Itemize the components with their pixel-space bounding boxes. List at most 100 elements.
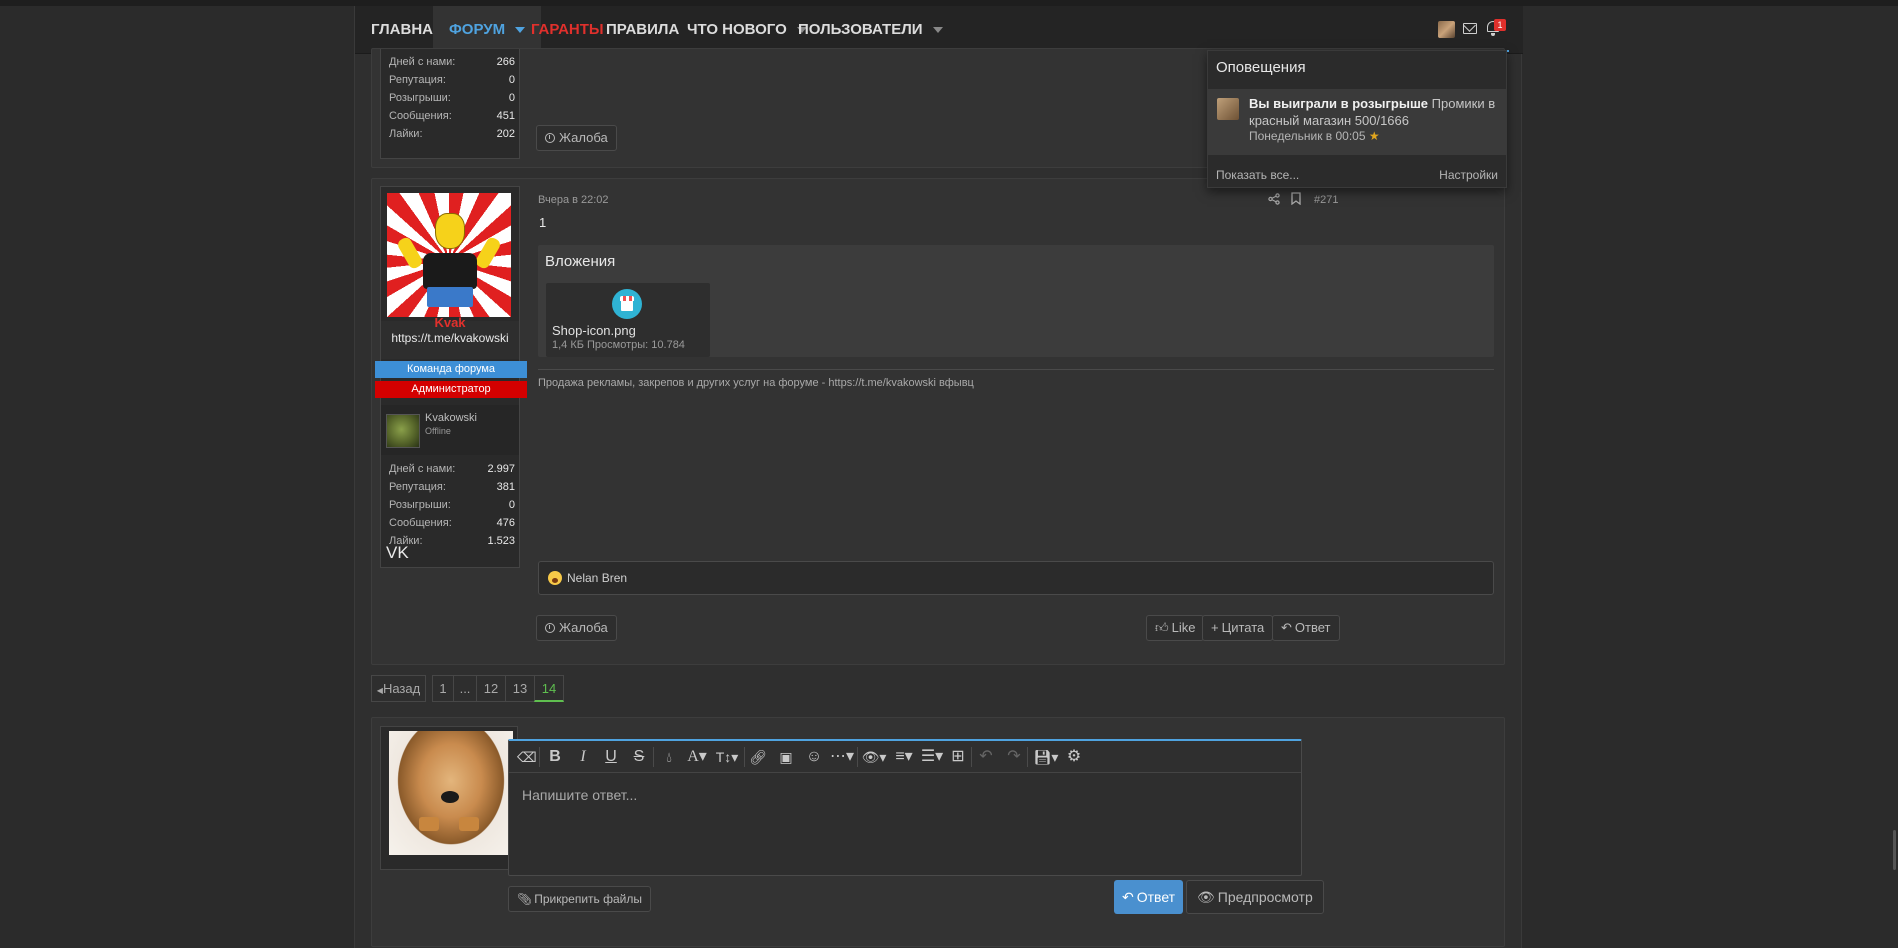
post-date[interactable]: Вчера в 22:02 (538, 194, 609, 206)
list-icon[interactable]: ☰▾ (919, 748, 945, 766)
signature: Продажа рекламы, закрепов и других услуг… (538, 377, 974, 389)
stat-days: Дней с нами: 266 (389, 56, 515, 68)
post-271: Kvak https://t.me/kvakowski Команда фору… (371, 178, 1505, 665)
page-ellipsis[interactable]: ... (453, 675, 477, 702)
editor-toolbar: ⌫ B I U S 💧︎ A▾ T↕▾ 🔗︎ ▣ ☺ ⋯▾ 👁︎▾ ≡▾ ☰▾ … (509, 741, 1301, 773)
alert-icon (545, 133, 555, 143)
notifications-dropdown: Оповещения Вы выиграли в розыгрыше Проми… (1207, 50, 1507, 188)
account-avatar[interactable] (1438, 21, 1455, 38)
user-title: https://t.me/kvakowski (391, 331, 509, 345)
pagination-prev[interactable]: ◀Назад (371, 675, 426, 702)
vk-link[interactable]: VK (386, 543, 409, 563)
page-14-current[interactable]: 14 (534, 675, 564, 702)
stat-messages: Сообщения: 476 (389, 517, 515, 529)
link-icon[interactable]: 🔗︎ (749, 748, 767, 766)
post-number[interactable]: #271 (1314, 194, 1338, 206)
linked-account[interactable]: Kvakowski Offline (381, 405, 519, 455)
image-icon[interactable]: ▣ (777, 748, 795, 766)
attach-files-button[interactable]: 📎︎ Прикрепить файлы (508, 886, 651, 912)
attachments-block: Вложения Shop-icon.png 1,4 КБ Просмотры:… (538, 245, 1494, 357)
report-button[interactable]: Жалоба (536, 125, 617, 151)
stat-likes: Лайки: 202 (389, 128, 515, 140)
page-1[interactable]: 1 (432, 675, 454, 702)
stat-giveaways: Розыгрыши: 0 (389, 499, 515, 511)
nav-users[interactable]: ПОЛЬЗОВАТЕЛИ (782, 6, 959, 54)
linked-account-avatar (386, 414, 420, 448)
team-banner: Команда форума (375, 361, 527, 378)
page-13[interactable]: 13 (505, 675, 535, 702)
redo-icon[interactable]: ↷ (1005, 748, 1023, 766)
page-scrollbar[interactable] (1893, 830, 1896, 870)
quote-button[interactable]: + Цитата (1202, 615, 1274, 641)
stat-giveaways: Розыгрыши: 0 (389, 92, 515, 104)
paperclip-icon: 📎︎ (517, 892, 533, 906)
wow-emoji-icon (548, 571, 562, 585)
stat-reputation: Репутация: 0 (389, 74, 515, 86)
bookmark-icon[interactable] (1291, 192, 1301, 206)
bold-icon[interactable]: B (547, 748, 563, 766)
admin-banner: Администратор (375, 381, 527, 398)
undo-icon[interactable]: ↶ (977, 748, 995, 766)
reaction-user[interactable]: Nelan Bren (567, 571, 627, 585)
notification-headline: Вы выиграли в розыгрыше (1249, 96, 1429, 111)
page-12[interactable]: 12 (476, 675, 506, 702)
star-icon: ★ (1368, 129, 1380, 143)
font-family-icon[interactable]: A▾ (685, 748, 709, 766)
submit-reply-button[interactable]: ↶ Ответ (1114, 880, 1184, 914)
attachment-name: Shop-icon.png (552, 323, 636, 338)
notification-settings-link[interactable]: Настройки (1439, 168, 1498, 182)
drafts-icon[interactable]: 💾︎▾ (1033, 748, 1059, 766)
post-user-card: Kvak https://t.me/kvakowski Команда фору… (375, 186, 527, 568)
notification-avatar (1217, 98, 1239, 120)
mail-icon[interactable] (1463, 23, 1477, 34)
reply-textarea[interactable]: Напишите ответ... (522, 787, 637, 803)
reply-editor: ⌫ B I U S 💧︎ A▾ T↕▾ 🔗︎ ▣ ☺ ⋯▾ 👁︎▾ ≡▾ ☰▾ … (508, 739, 1302, 876)
stat-days: Дней с нами: 2.997 (389, 463, 515, 475)
report-button[interactable]: Жалоба (536, 615, 617, 641)
reactions-bar[interactable]: Nelan Bren (538, 561, 1494, 595)
text-color-icon[interactable]: 💧︎ (661, 748, 677, 766)
username[interactable]: Kvak (381, 315, 519, 330)
signature-divider (538, 369, 1494, 370)
stat-messages: Сообщения: 451 (389, 110, 515, 122)
strikethrough-icon[interactable]: S (631, 748, 647, 766)
reply-user-avatar[interactable] (389, 731, 513, 855)
notification-text: Вы выиграли в розыгрыше Промики в красны… (1249, 95, 1501, 129)
attachment-meta: 1,4 КБ Просмотры: 10.784 (552, 339, 685, 351)
gear-icon[interactable]: ⚙ (1065, 748, 1083, 766)
linked-account-status: Offline (425, 426, 451, 436)
font-size-icon[interactable]: T↕▾ (713, 748, 741, 766)
post-body: 1 (539, 215, 547, 230)
shop-icon (612, 289, 642, 319)
eraser-icon[interactable]: ⌫ (517, 748, 537, 766)
stat-reputation: Репутация: 381 (389, 481, 515, 493)
notification-time: Понедельник в 00:05 ★ (1249, 129, 1380, 143)
plus-icon: + (1211, 620, 1219, 635)
reply-arrow-icon: ↶ (1122, 889, 1134, 905)
notification-item[interactable]: Вы выиграли в розыгрыше Промики в красны… (1208, 89, 1506, 155)
notification-count-badge: 1 (1494, 19, 1506, 31)
show-all-link[interactable]: Показать все... (1216, 168, 1299, 182)
share-icon[interactable] (1268, 193, 1280, 205)
reply-arrow-icon: ↶ (1281, 620, 1292, 635)
alert-icon (545, 623, 555, 633)
preview-button[interactable]: 👁︎ Предпросмотр (1186, 880, 1324, 914)
linked-account-name: Kvakowski (425, 412, 477, 424)
post-content: Вчера в 22:02 #271 1 Вложения Shop-icon.… (536, 179, 1498, 666)
smiley-icon[interactable]: ☺ (805, 748, 823, 766)
italic-icon[interactable]: I (575, 748, 591, 766)
nav-users-label: ПОЛЬЗОВАТЕЛИ (798, 21, 923, 38)
attachment-file[interactable]: Shop-icon.png 1,4 КБ Просмотры: 10.784 (546, 283, 710, 357)
more-options-icon[interactable]: ⋯▾ (829, 748, 855, 766)
underline-icon[interactable]: U (603, 748, 619, 766)
hide-content-icon[interactable]: 👁︎▾ (861, 748, 887, 766)
thumbs-up-icon: 👍︎ (1155, 620, 1169, 635)
like-button[interactable]: 👍︎ Like (1146, 615, 1205, 641)
chevron-down-icon[interactable] (932, 27, 943, 34)
user-avatar[interactable] (387, 193, 511, 317)
table-icon[interactable]: ⊞ (949, 748, 967, 766)
align-icon[interactable]: ≡▾ (891, 748, 917, 766)
reply-button[interactable]: ↶ Ответ (1272, 615, 1340, 641)
nav-rules-label: ПРАВИЛА (606, 21, 680, 38)
nav-whats-new-label: ЧТО НОВОГО (687, 21, 787, 38)
